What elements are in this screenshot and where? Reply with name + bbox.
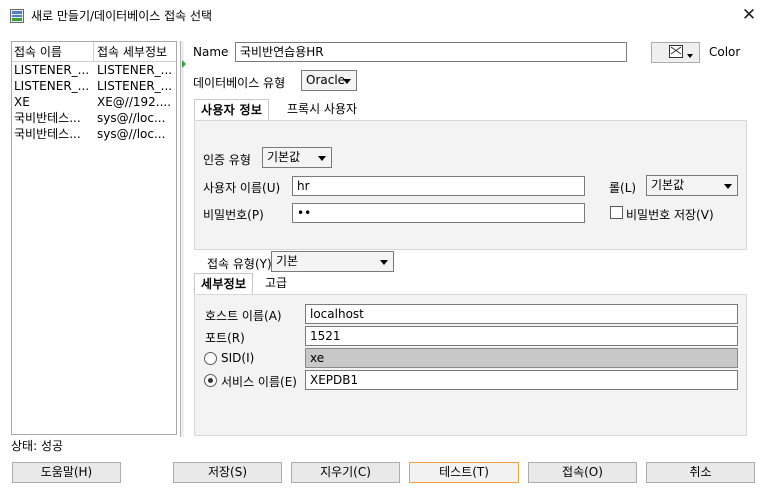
port-input[interactable]: 1521 bbox=[305, 326, 738, 346]
db-type-label: 데이터베이스 유형 bbox=[193, 76, 286, 90]
hostname-input[interactable]: localhost bbox=[305, 304, 738, 324]
window-title: 새로 만들기/데이터베이스 접속 선택 bbox=[31, 9, 213, 23]
connection-row[interactable]: 국비반테스... sys@//loc... bbox=[12, 111, 176, 126]
tab-proxy-user[interactable]: 프록시 사용자 bbox=[281, 99, 363, 121]
splitter-grip-icon[interactable] bbox=[182, 60, 186, 68]
name-label: Name bbox=[193, 45, 229, 59]
save-password-checkbox[interactable] bbox=[610, 206, 623, 219]
role-select[interactable]: 기본값 bbox=[646, 175, 738, 196]
conn-type-label: 접속 유형(Y) bbox=[207, 257, 272, 271]
auth-type-label: 인증 유형 bbox=[203, 153, 251, 167]
password-input[interactable]: •• bbox=[292, 203, 585, 223]
connection-name: 국비반테스... bbox=[14, 111, 81, 125]
sid-input[interactable]: xe bbox=[305, 348, 738, 368]
service-name-label: 서비스 이름(E) bbox=[221, 375, 297, 389]
role-label: 롤(L) bbox=[609, 181, 637, 195]
connection-list-header: 접속 이름 접속 세부정보 bbox=[12, 42, 176, 62]
tab-user-info[interactable]: 사용자 정보 bbox=[194, 99, 270, 121]
connection-list[interactable]: 접속 이름 접속 세부정보 LISTENER_... LISTENER_... … bbox=[11, 41, 177, 435]
port-label: 포트(R) bbox=[205, 331, 245, 345]
password-label: 비밀번호(P) bbox=[203, 208, 264, 222]
username-input[interactable]: hr bbox=[292, 176, 585, 196]
connection-row[interactable]: XE XE@//192.... bbox=[12, 95, 176, 110]
tab-advanced[interactable]: 고급 bbox=[259, 273, 293, 295]
connection-name-input[interactable]: 국비반연습용HR bbox=[235, 42, 627, 62]
conn-type-select[interactable]: 기본 bbox=[271, 251, 394, 272]
connection-name: LISTENER_... bbox=[14, 63, 90, 77]
sid-radio[interactable] bbox=[204, 352, 217, 365]
auth-type-value: 기본값 bbox=[267, 150, 301, 164]
service-name-input[interactable]: XEPDB1 bbox=[305, 370, 738, 390]
status-text: 상태: 성공 bbox=[11, 439, 64, 453]
color-label: Color bbox=[709, 45, 741, 59]
role-value: 기본값 bbox=[651, 178, 685, 192]
column-header-connection-name[interactable]: 접속 이름 bbox=[12, 42, 94, 62]
chevron-down-icon bbox=[343, 79, 351, 84]
connection-details: LISTENER_... bbox=[97, 63, 173, 77]
clear-button[interactable]: 지우기(C) bbox=[291, 462, 400, 483]
connect-button[interactable]: 접속(O) bbox=[528, 462, 637, 483]
connection-name: XE bbox=[14, 95, 30, 109]
conn-type-value: 기본 bbox=[276, 254, 299, 268]
hostname-label: 호스트 이름(A) bbox=[205, 309, 282, 323]
app-database-icon bbox=[10, 9, 24, 23]
column-header-connection-details[interactable]: 접속 세부정보 bbox=[95, 42, 176, 62]
chevron-down-icon bbox=[318, 156, 326, 161]
test-button[interactable]: 테스트(T) bbox=[409, 462, 519, 483]
connection-details: sys@//loc... bbox=[97, 111, 166, 125]
panel-splitter[interactable] bbox=[180, 41, 184, 437]
db-type-select[interactable]: Oracle bbox=[301, 70, 357, 91]
connection-details: XE@//192.... bbox=[97, 95, 172, 109]
close-icon[interactable]: ✕ bbox=[738, 4, 760, 26]
chevron-down-icon bbox=[724, 184, 732, 189]
cancel-button[interactable]: 취소 bbox=[646, 462, 755, 483]
connection-details: LISTENER_... bbox=[97, 79, 173, 93]
connection-row[interactable]: 국비반테스... sys@//loc... bbox=[12, 127, 176, 142]
connection-name: LISTENER_... bbox=[14, 79, 90, 93]
connection-name: 국비반테스... bbox=[14, 127, 81, 141]
service-name-radio[interactable] bbox=[204, 374, 217, 387]
connection-row[interactable]: LISTENER_... LISTENER_... bbox=[12, 79, 176, 94]
sid-label: SID(I) bbox=[221, 351, 255, 365]
help-button[interactable]: 도움말(H) bbox=[12, 462, 121, 483]
username-label: 사용자 이름(U) bbox=[203, 181, 281, 195]
db-type-value: Oracle bbox=[306, 73, 346, 87]
chevron-down-icon bbox=[687, 54, 693, 58]
save-password-label: 비밀번호 저장(V) bbox=[626, 208, 714, 222]
chevron-down-icon bbox=[380, 260, 388, 265]
connection-row[interactable]: LISTENER_... LISTENER_... bbox=[12, 63, 176, 78]
connection-details: sys@//loc... bbox=[97, 127, 166, 141]
tab-details[interactable]: 세부정보 bbox=[194, 273, 254, 295]
auth-type-select[interactable]: 기본값 bbox=[262, 147, 332, 168]
color-swatch-icon bbox=[669, 45, 683, 58]
save-button[interactable]: 저장(S) bbox=[173, 462, 282, 483]
